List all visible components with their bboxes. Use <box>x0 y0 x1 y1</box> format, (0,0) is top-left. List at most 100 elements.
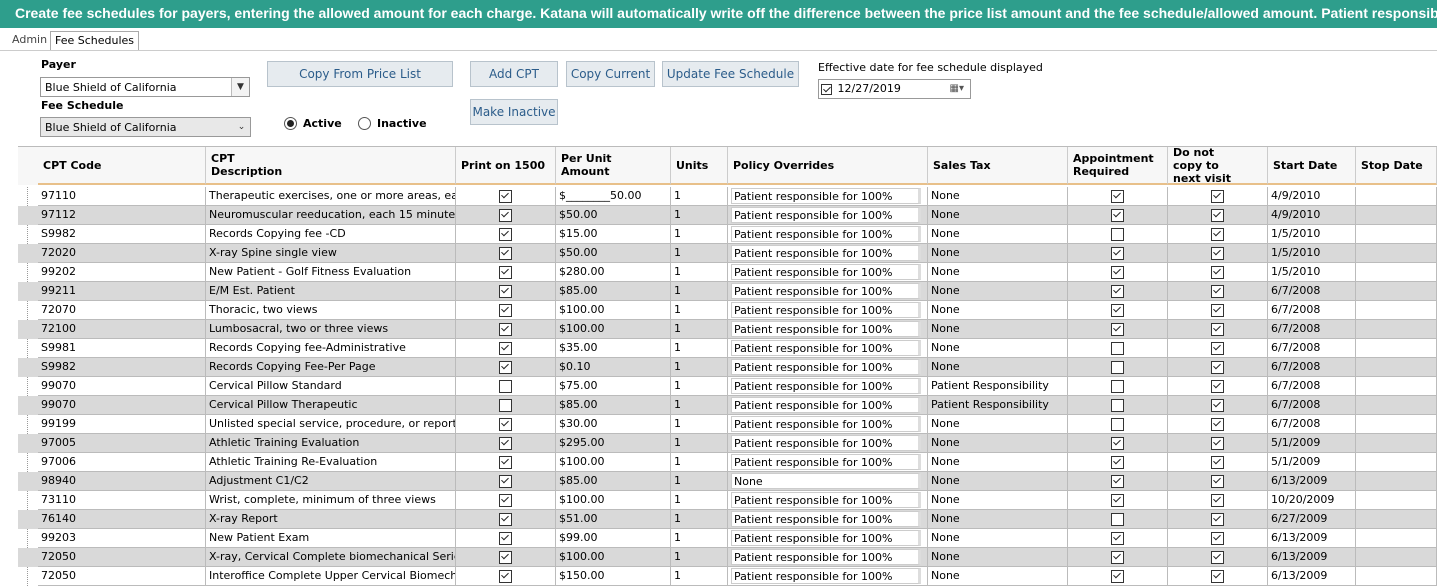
column-header-do-not-copy[interactable]: Do not copy to next visit <box>1168 146 1268 185</box>
policy-override-dropdown[interactable]: Patient responsible for 100% <box>731 226 921 242</box>
column-header-policy-overrides[interactable]: Policy Overrides <box>728 147 928 185</box>
table-row[interactable]: 97006 Athletic Training Re-Evaluation $100… <box>18 453 1437 472</box>
per-unit-amount-cell[interactable]: $85.00 <box>556 282 671 301</box>
per-unit-amount-cell[interactable]: $50.00 <box>556 244 671 263</box>
table-row[interactable]: S9982 Records Copying Fee-Per Page $0.10 1 P… <box>18 358 1437 377</box>
table-row[interactable]: 72100 Lumbosacral, two or three views $100… <box>18 320 1437 339</box>
policy-override-dropdown[interactable]: Patient responsible for 100% <box>731 435 921 451</box>
per-unit-amount-cell[interactable]: $15.00 <box>556 225 671 244</box>
do-not-copy-checkbox[interactable] <box>1211 512 1224 526</box>
per-unit-amount-cell[interactable]: $35.00 <box>556 339 671 358</box>
per-unit-amount-cell[interactable]: $150.00 <box>556 567 671 586</box>
do-not-copy-checkbox[interactable] <box>1211 303 1224 317</box>
policy-overrides-cell[interactable]: Patient responsible for 100% <box>728 339 928 358</box>
do-not-copy-checkbox[interactable] <box>1211 417 1224 431</box>
chevron-down-icon[interactable]: ⌄ <box>233 118 250 136</box>
print-on-1500-checkbox[interactable] <box>499 189 512 203</box>
radio-selected-icon[interactable] <box>284 117 297 130</box>
print-on-1500-checkbox[interactable] <box>499 360 512 374</box>
print-on-1500-checkbox[interactable] <box>499 550 512 564</box>
policy-override-dropdown[interactable]: Patient responsible for 100% <box>731 188 921 204</box>
policy-overrides-cell[interactable]: Patient responsible for 100% <box>728 529 928 548</box>
column-header-appointment-required[interactable]: Appointment Required <box>1068 147 1168 185</box>
policy-override-dropdown[interactable]: Patient responsible for 100% <box>731 530 921 546</box>
policy-override-dropdown[interactable]: Patient responsible for 100% <box>731 378 921 394</box>
policy-override-dropdown[interactable]: Patient responsible for 100% <box>731 321 921 337</box>
appointment-required-checkbox[interactable] <box>1111 550 1124 564</box>
do-not-copy-checkbox[interactable] <box>1211 265 1224 279</box>
policy-overrides-cell[interactable]: Patient responsible for 100% <box>728 225 928 244</box>
policy-overrides-cell[interactable]: None <box>728 472 928 491</box>
print-on-1500-checkbox[interactable] <box>499 512 512 526</box>
policy-override-dropdown[interactable]: Patient responsible for 100% <box>731 283 921 299</box>
per-unit-amount-cell[interactable]: $85.00 <box>556 472 671 491</box>
policy-overrides-cell[interactable]: Patient responsible for 100% <box>728 548 928 567</box>
column-header-print-on-1500[interactable]: Print on 1500 <box>456 147 556 185</box>
table-row[interactable]: S9982 Records Copying fee -CD $15.00 1 Patie… <box>18 225 1437 244</box>
appointment-required-checkbox[interactable] <box>1111 436 1124 450</box>
policy-override-dropdown[interactable]: Patient responsible for 100% <box>731 359 921 375</box>
copy-from-price-list-button[interactable]: Copy From Price List <box>267 61 453 87</box>
table-row[interactable]: 73110 Wrist, complete, minimum of three v… <box>18 491 1437 510</box>
do-not-copy-checkbox[interactable] <box>1211 322 1224 336</box>
appointment-required-checkbox[interactable] <box>1111 284 1124 298</box>
table-row[interactable]: 72020 X-ray Spine single view $50.00 1 Patie… <box>18 244 1437 263</box>
policy-override-dropdown[interactable]: Patient responsible for 100% <box>731 245 921 261</box>
tab-fee-schedules[interactable]: Fee Schedules <box>50 31 140 51</box>
policy-overrides-cell[interactable]: Patient responsible for 100% <box>728 567 928 586</box>
do-not-copy-checkbox[interactable] <box>1211 474 1224 488</box>
table-row[interactable]: 72070 Thoracic, two views $100.00 1 Patient … <box>18 301 1437 320</box>
print-on-1500-checkbox[interactable] <box>499 474 512 488</box>
tab-admin[interactable]: Admin <box>8 31 51 50</box>
policy-overrides-cell[interactable]: Patient responsible for 100% <box>728 510 928 529</box>
appointment-required-checkbox[interactable] <box>1111 208 1124 222</box>
appointment-required-checkbox[interactable] <box>1111 493 1124 507</box>
appointment-required-checkbox[interactable] <box>1111 341 1124 355</box>
column-header-cpt-code[interactable]: CPT Code <box>38 147 206 185</box>
policy-override-dropdown[interactable]: Patient responsible for 100% <box>731 264 921 280</box>
policy-overrides-cell[interactable]: Patient responsible for 100% <box>728 415 928 434</box>
policy-overrides-cell[interactable]: Patient responsible for 100% <box>728 263 928 282</box>
table-row[interactable]: 72050 Interoffice Complete Upper Cervical… <box>18 567 1437 586</box>
inactive-radio[interactable]: Inactive <box>358 117 427 130</box>
appointment-required-checkbox[interactable] <box>1111 322 1124 336</box>
active-radio[interactable]: Active <box>284 117 342 130</box>
policy-overrides-cell[interactable]: Patient responsible for 100% <box>728 187 928 206</box>
column-header-start-date[interactable]: Start Date <box>1268 147 1356 185</box>
table-row[interactable]: 99070 Cervical Pillow Therapeutic $85.00 1 P… <box>18 396 1437 415</box>
policy-override-dropdown[interactable]: Patient responsible for 100% <box>731 340 921 356</box>
do-not-copy-checkbox[interactable] <box>1211 493 1224 507</box>
print-on-1500-checkbox[interactable] <box>499 455 512 469</box>
print-on-1500-checkbox[interactable] <box>499 246 512 260</box>
do-not-copy-checkbox[interactable] <box>1211 360 1224 374</box>
table-row[interactable]: 99199 Unlisted special service, procedure… <box>18 415 1437 434</box>
copy-current-button[interactable]: Copy Current <box>566 61 655 87</box>
per-unit-amount-cell[interactable]: $75.00 <box>556 377 671 396</box>
do-not-copy-checkbox[interactable] <box>1211 550 1224 564</box>
table-row[interactable]: 76140 X-ray Report $51.00 1 Patient responsi… <box>18 510 1437 529</box>
column-header-per-unit-amount[interactable]: Per Unit Amount <box>556 147 671 185</box>
table-row[interactable]: 97112 Neuromuscular reeducation, each 15 … <box>18 206 1437 225</box>
print-on-1500-checkbox[interactable] <box>499 208 512 222</box>
print-on-1500-checkbox[interactable] <box>499 322 512 336</box>
appointment-required-checkbox[interactable] <box>1111 569 1124 583</box>
print-on-1500-checkbox[interactable] <box>499 227 512 241</box>
do-not-copy-checkbox[interactable] <box>1211 284 1224 298</box>
appointment-required-checkbox[interactable] <box>1111 455 1124 469</box>
appointment-required-checkbox[interactable] <box>1111 303 1124 317</box>
per-unit-amount-cell[interactable]: $295.00 <box>556 434 671 453</box>
print-on-1500-checkbox[interactable] <box>499 436 512 450</box>
appointment-required-checkbox[interactable] <box>1111 417 1124 431</box>
effective-date-picker[interactable]: 12/27/2019 ▦▾ <box>818 79 971 99</box>
table-row[interactable]: S9981 Records Copying fee-Administrative $… <box>18 339 1437 358</box>
table-row[interactable]: 99203 New Patient Exam $99.00 1 Patient resp… <box>18 529 1437 548</box>
table-row[interactable]: 99211 E/M Est. Patient $85.00 1 Patient resp… <box>18 282 1437 301</box>
do-not-copy-checkbox[interactable] <box>1211 341 1224 355</box>
per-unit-amount-cell[interactable]: $50.00 <box>556 206 671 225</box>
print-on-1500-checkbox[interactable] <box>499 398 512 412</box>
per-unit-amount-cell[interactable]: $51.00 <box>556 510 671 529</box>
appointment-required-checkbox[interactable] <box>1111 227 1124 241</box>
payer-select[interactable]: Blue Shield of California ▼ <box>40 77 250 97</box>
policy-override-dropdown[interactable]: Patient responsible for 100% <box>731 454 921 470</box>
policy-override-dropdown[interactable]: Patient responsible for 100% <box>731 207 921 223</box>
